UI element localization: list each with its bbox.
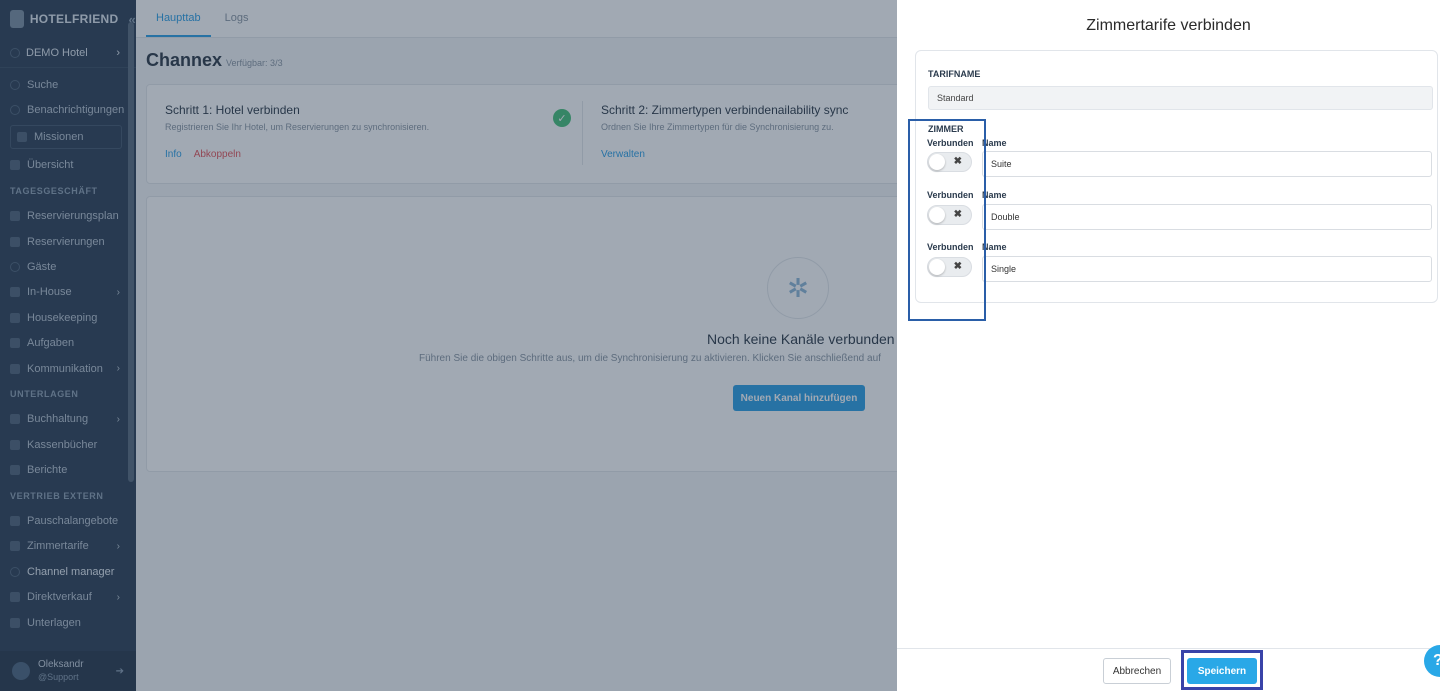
room-name-input-double[interactable] [982,204,1432,230]
rate-form-card: TARIFNAME ZIMMER Verbunden Name ✖ Verbun… [915,50,1438,303]
panel-title: Zimmertarife verbinden [1086,17,1251,34]
highlight-connected-column [908,119,986,321]
panel-footer: Abbrechen Speichern [897,648,1440,691]
modal-backdrop[interactable] [0,0,897,691]
cancel-button[interactable]: Abbrechen [1103,658,1171,684]
room-name-input-suite[interactable] [982,151,1432,177]
highlight-save-button [1181,650,1263,690]
tarif-name-input[interactable] [928,86,1433,110]
tarif-name-label: TARIFNAME [928,69,981,79]
connect-rates-panel: Zimmertarife verbinden TARIFNAME ZIMMER … [897,0,1440,691]
room-name-input-single[interactable] [982,256,1432,282]
